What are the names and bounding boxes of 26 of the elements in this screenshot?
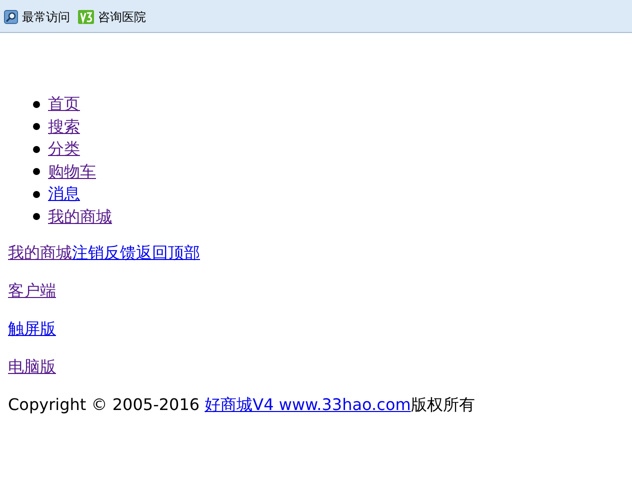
- bookmark-item[interactable]: 最常访问: [4, 8, 70, 26]
- bullet-icon: [33, 123, 40, 130]
- footer-link[interactable]: 返回顶部: [136, 243, 200, 262]
- bookmark-item[interactable]: 咨询医院: [78, 8, 146, 26]
- copyright-text: Copyright © 2005-2016: [8, 395, 201, 414]
- footer-link[interactable]: 我的商城: [8, 243, 72, 262]
- bullet-icon: [33, 146, 40, 153]
- footer-link[interactable]: 注销: [72, 243, 104, 262]
- copyright-text: 版权所有: [410, 395, 475, 414]
- nav-link[interactable]: 购物车: [48, 160, 96, 184]
- bullet-icon: [33, 100, 40, 108]
- tag-icon: [78, 10, 94, 24]
- nav-link[interactable]: 搜索: [48, 114, 80, 139]
- bullet-icon: [33, 168, 40, 176]
- nav-link[interactable]: 消息: [48, 182, 80, 206]
- magnifier-icon: [4, 10, 18, 24]
- nav-link[interactable]: 首页: [48, 92, 80, 116]
- version-link[interactable]: 触屏版: [8, 319, 56, 338]
- version-link[interactable]: 电脑版: [8, 357, 56, 376]
- nav-link[interactable]: 我的商城: [48, 204, 112, 229]
- bullet-icon: [33, 190, 40, 198]
- version-link[interactable]: 客户端: [8, 281, 56, 300]
- site-link[interactable]: 好商城V4 www.33hao.com: [204, 395, 411, 414]
- footer-link[interactable]: 反馈: [104, 243, 136, 262]
- nav-link[interactable]: 分类: [48, 137, 80, 162]
- bullet-icon: [33, 213, 40, 220]
